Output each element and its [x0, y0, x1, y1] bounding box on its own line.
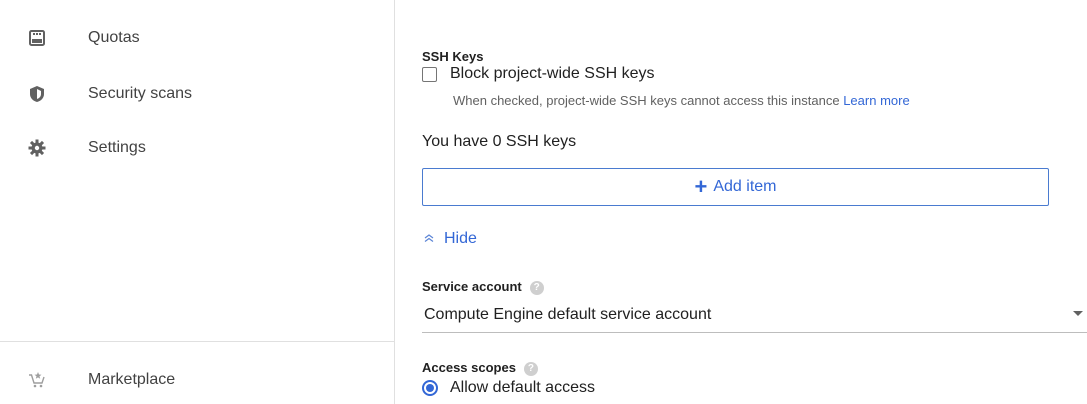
- hide-label: Hide: [444, 230, 477, 247]
- access-scopes-heading: Access scopes?: [422, 360, 538, 376]
- sidebar-item-settings[interactable]: Settings: [0, 122, 394, 174]
- ssh-keys-count: You have 0 SSH keys: [422, 133, 577, 150]
- sidebar-item-label: Security scans: [88, 85, 193, 102]
- add-item-button[interactable]: + Add item: [422, 168, 1049, 206]
- plus-icon: +: [694, 174, 708, 199]
- hide-toggle[interactable]: Hide: [424, 230, 477, 248]
- ssh-keys-title: SSH Keys: [422, 49, 484, 64]
- service-account-label: Service account: [422, 279, 522, 294]
- service-account-select[interactable]: Compute Engine default service account: [422, 297, 1087, 333]
- gear-icon: [28, 139, 46, 157]
- sidebar-divider: [0, 341, 394, 342]
- sidebar-item-security-scans[interactable]: Security scans: [0, 68, 394, 120]
- sidebar-nav: Quotas Security scans Settings Marketpla…: [0, 0, 395, 404]
- block-ssh-keys-label: Block project-wide SSH keys: [450, 65, 655, 82]
- shield-icon: [28, 85, 46, 103]
- radio-selected-dot: [426, 384, 434, 392]
- block-ssh-keys-hint: When checked, project-wide SSH keys cann…: [453, 93, 910, 108]
- hint-text: When checked, project-wide SSH keys cann…: [453, 93, 840, 108]
- help-icon[interactable]: ?: [529, 280, 544, 295]
- sidebar-item-marketplace[interactable]: Marketplace: [0, 354, 394, 404]
- allow-default-access-label: Allow default access: [450, 379, 595, 396]
- marketplace-cart-icon: [28, 371, 46, 389]
- block-ssh-keys-checkbox-row[interactable]: Block project-wide SSH keys: [422, 65, 655, 83]
- sidebar-item-quotas[interactable]: Quotas: [0, 12, 394, 64]
- quotas-icon: [28, 29, 46, 47]
- main-content: SSH Keys Block project-wide SSH keys Whe…: [396, 0, 1087, 404]
- learn-more-link[interactable]: Learn more: [843, 93, 909, 108]
- allow-default-access-radio[interactable]: [422, 380, 438, 396]
- dropdown-arrow-icon: [1073, 311, 1083, 316]
- block-ssh-keys-checkbox[interactable]: [422, 66, 437, 82]
- sidebar-item-label: Quotas: [88, 29, 140, 46]
- chevron-up-icon: [424, 232, 434, 246]
- add-item-label: Add item: [713, 178, 777, 195]
- sidebar-item-label: Marketplace: [88, 371, 176, 388]
- help-icon[interactable]: ?: [523, 361, 538, 376]
- service-account-heading: Service account?: [422, 279, 544, 295]
- access-scopes-label: Access scopes: [422, 360, 516, 375]
- service-account-value: Compute Engine default service account: [424, 305, 712, 323]
- allow-default-access-option[interactable]: Allow default access: [422, 379, 595, 397]
- sidebar-item-label: Settings: [88, 139, 146, 156]
